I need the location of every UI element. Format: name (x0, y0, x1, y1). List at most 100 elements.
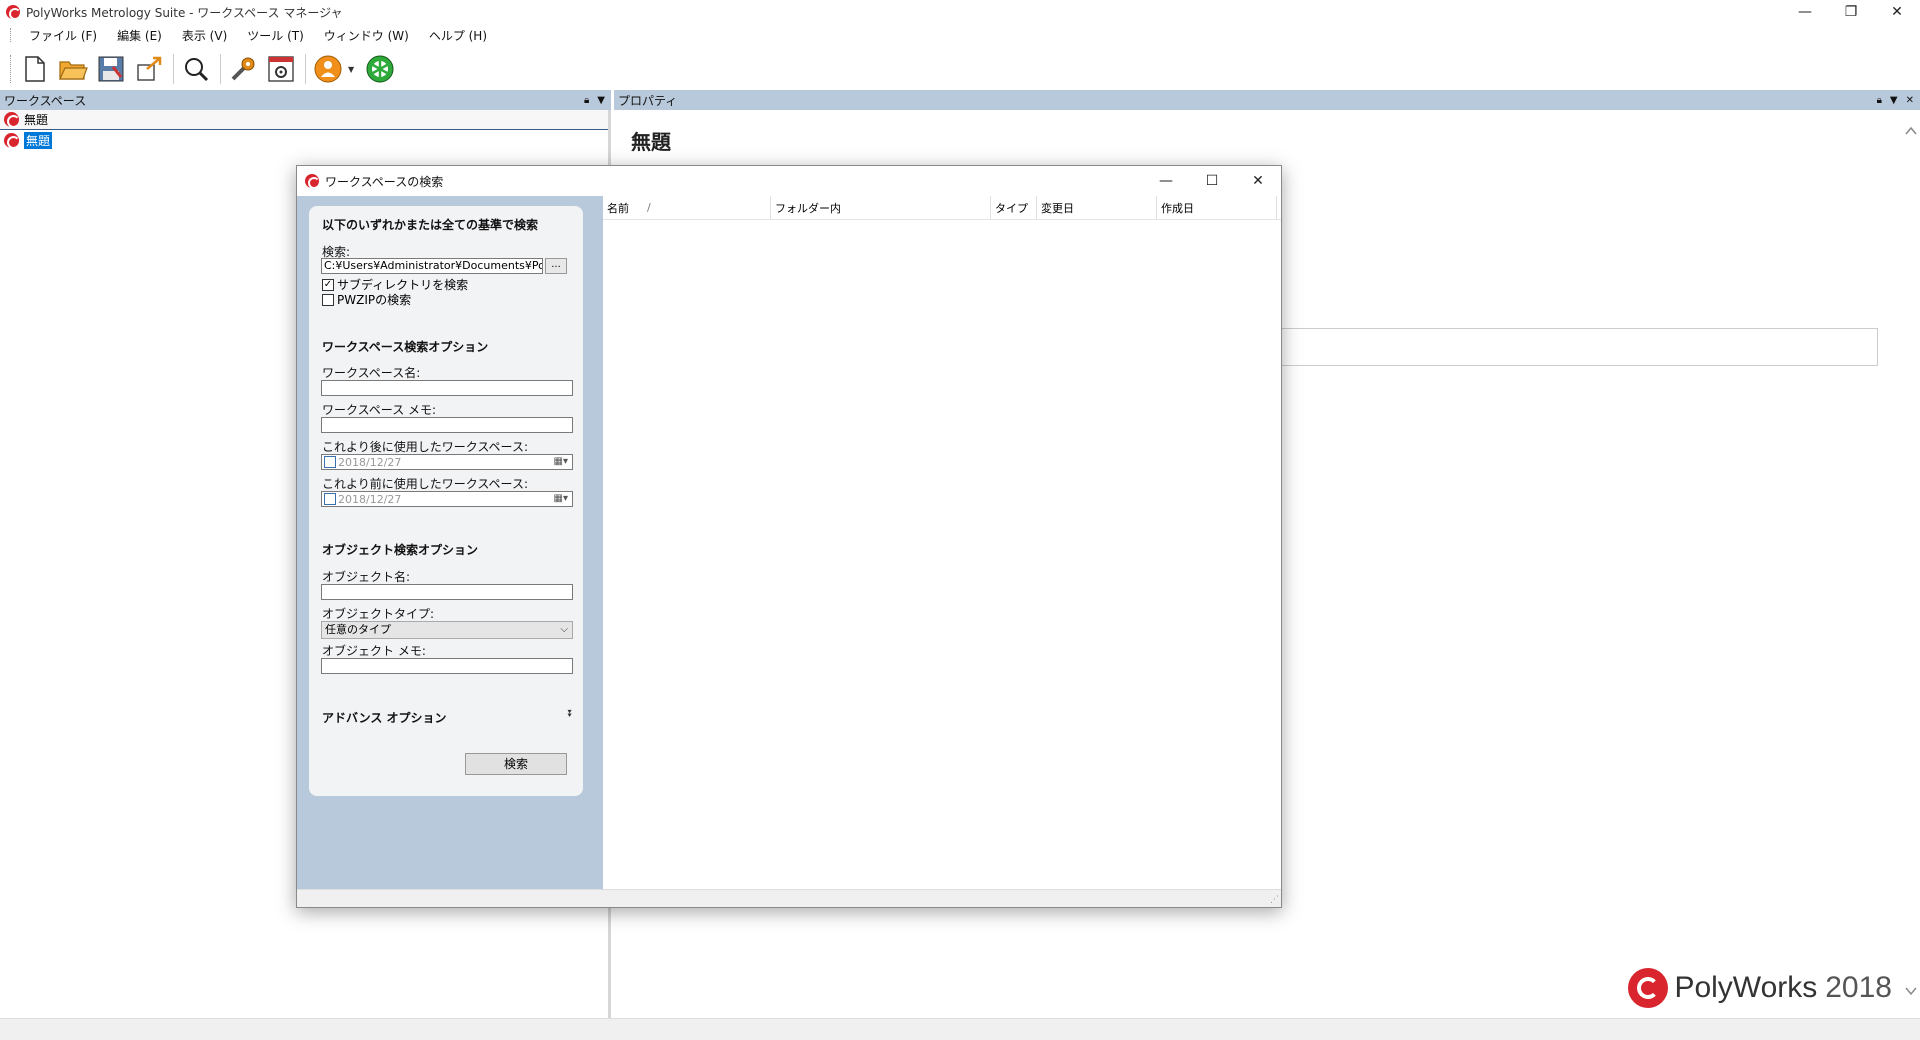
obj-options-heading: オブジェクト検索オプション (322, 543, 479, 557)
scroll-down-icon[interactable] (1902, 982, 1920, 1000)
network-icon (366, 55, 394, 83)
ws-name-label: ワークスペース名: (322, 366, 421, 380)
workspace-icon (4, 112, 20, 128)
search-criteria-pane: 以下のいずれかまたは全ての基準で検索 検索: C:¥Users¥Administ… (297, 196, 599, 889)
column-modified[interactable]: 変更日 (1037, 195, 1157, 220)
settings-button[interactable] (263, 51, 299, 87)
tree-item-label: 無題 (24, 131, 53, 149)
column-type-label: タイプ (995, 201, 1028, 215)
column-name[interactable]: 名前 / (603, 195, 771, 220)
open-button[interactable] (55, 51, 91, 87)
dialog-minimize-button[interactable]: — (1143, 166, 1189, 196)
used-after-checkbox[interactable] (324, 456, 336, 468)
dialog-title-bar[interactable]: ワークスペースの検索 — ☐ ✕ (297, 166, 1281, 196)
toolbar-grip[interactable] (10, 55, 13, 83)
open-folder-icon (59, 61, 88, 80)
obj-memo-input[interactable] (321, 658, 573, 674)
tools-button[interactable] (225, 51, 261, 87)
close-button[interactable]: ✕ (1874, 0, 1920, 24)
ws-memo-label: ワークスペース メモ: (322, 403, 437, 417)
menu-bar: ファイル (F) 編集 (E) 表示 (V) ツール (T) ウィンドウ (W)… (0, 24, 1920, 46)
calendar-icon[interactable]: ▦▾ (554, 456, 568, 467)
properties-panel-controls: 🔒︎ ▼ ✕ (1877, 90, 1914, 110)
pin-icon[interactable]: 🔒︎ (1877, 95, 1882, 106)
search-path-input[interactable]: C:¥Users¥Administrator¥Documents¥PolyWor… (321, 258, 543, 274)
ws-memo-input[interactable] (321, 417, 573, 433)
obj-type-value: 任意のタイプ (325, 623, 391, 636)
used-before-label: これより前に使用したワークスペース: (322, 477, 529, 491)
brand-name: PolyWorks (1674, 971, 1818, 1004)
export-icon (137, 56, 162, 81)
panel-menu-icon[interactable]: ▼ (597, 95, 605, 106)
properties-panel-header: プロパティ 🔒︎ ▼ ✕ (614, 90, 1920, 110)
tree-item[interactable]: 無題 (0, 130, 608, 150)
save-button[interactable] (93, 51, 129, 87)
search-criteria-card: 以下のいずれかまたは全ての基準で検索 検索: C:¥Users¥Administ… (309, 206, 583, 796)
pin-icon[interactable]: 🔒︎ (584, 95, 589, 106)
toolbar-separator (220, 54, 221, 84)
network-button[interactable] (362, 51, 398, 87)
menu-window[interactable]: ウィンドウ (W) (314, 27, 419, 44)
window-title: PolyWorks Metrology Suite - ワークスペース マネージ… (26, 5, 343, 20)
search-pwzip-checkbox[interactable] (322, 293, 334, 306)
browse-button[interactable]: ... (545, 258, 567, 274)
panel-close-icon[interactable]: ✕ (1906, 95, 1914, 106)
workspace-panel-title: ワークスペース (4, 93, 87, 108)
properties-scrollbar[interactable] (1902, 110, 1920, 1010)
user-dropdown-icon[interactable]: ▼ (348, 65, 358, 74)
menu-file[interactable]: ファイル (F) (19, 27, 107, 44)
menu-help[interactable]: ヘルプ (H) (419, 27, 497, 44)
menu-tools[interactable]: ツール (T) (237, 27, 314, 44)
sort-indicator: / (647, 201, 651, 214)
calendar-icon[interactable]: ▦▾ (554, 493, 568, 504)
polyworks-logo-icon (1628, 968, 1669, 1008)
minimize-button[interactable]: — (1782, 0, 1828, 24)
column-name-label: 名前 (607, 201, 629, 215)
obj-memo-label: オブジェクト メモ: (322, 644, 426, 658)
obj-name-label: オブジェクト名: (322, 570, 411, 584)
brand-year: 2018 (1825, 971, 1892, 1004)
menu-grip[interactable] (10, 28, 13, 42)
chevron-down-icon: ⌵ (560, 624, 568, 635)
used-before-date[interactable]: 2018/12/27 ▦▾ (321, 491, 573, 507)
used-after-date[interactable]: 2018/12/27 ▦▾ (321, 454, 573, 470)
dialog-controls: — ☐ ✕ (1143, 166, 1281, 196)
ws-name-input[interactable] (321, 380, 573, 396)
search-submit-button[interactable]: 検索 (465, 753, 567, 775)
obj-name-input[interactable] (321, 584, 573, 600)
used-before-checkbox[interactable] (324, 493, 336, 505)
used-after-label: これより後に使用したワークスペース: (322, 440, 529, 454)
menu-edit[interactable]: 編集 (E) (107, 27, 172, 44)
obj-type-select[interactable]: 任意のタイプ ⌵ (321, 621, 573, 639)
properties-heading: 無題 (631, 130, 671, 154)
criteria-heading: 以下のいずれかまたは全ての基準で検索 (322, 218, 539, 232)
export-button[interactable] (131, 51, 167, 87)
properties-field[interactable] (1214, 328, 1878, 366)
resize-grip-icon[interactable]: ⋰ (1270, 895, 1279, 905)
new-file-button[interactable] (17, 51, 53, 87)
title-bar: PolyWorks Metrology Suite - ワークスペース マネージ… (0, 0, 1920, 24)
column-type[interactable]: タイプ (991, 195, 1037, 220)
dialog-title: ワークスペースの検索 (325, 174, 444, 189)
tree-item[interactable]: 無題 (0, 110, 608, 130)
used-after-value: 2018/12/27 (338, 455, 402, 469)
column-created-label: 作成日 (1161, 201, 1194, 215)
dialog-close-button[interactable]: ✕ (1235, 166, 1281, 196)
panel-menu-icon[interactable]: ▼ (1890, 95, 1898, 106)
search-pwzip-row[interactable]: PWZIPの検索 (322, 291, 411, 308)
search-subdirs-checkbox[interactable]: ✓ (322, 278, 334, 291)
column-folder-label: フォルダー内 (775, 201, 841, 215)
user-button[interactable] (310, 51, 346, 87)
menu-view[interactable]: 表示 (V) (172, 27, 237, 44)
scroll-up-icon[interactable] (1902, 122, 1920, 140)
search-button[interactable] (178, 51, 214, 87)
ws-options-heading: ワークスペース検索オプション (322, 340, 489, 354)
workspace-panel-header: ワークスペース 🔒︎ ▼ (0, 90, 611, 110)
expand-icon[interactable]: ⏬︎ (563, 708, 577, 722)
restore-button[interactable]: ❐ (1828, 0, 1874, 24)
column-folder[interactable]: フォルダー内 (771, 195, 991, 220)
dialog-maximize-button[interactable]: ☐ (1189, 166, 1235, 196)
column-created[interactable]: 作成日 (1157, 195, 1277, 220)
workspace-icon (4, 132, 20, 149)
settings-icon (268, 56, 294, 82)
